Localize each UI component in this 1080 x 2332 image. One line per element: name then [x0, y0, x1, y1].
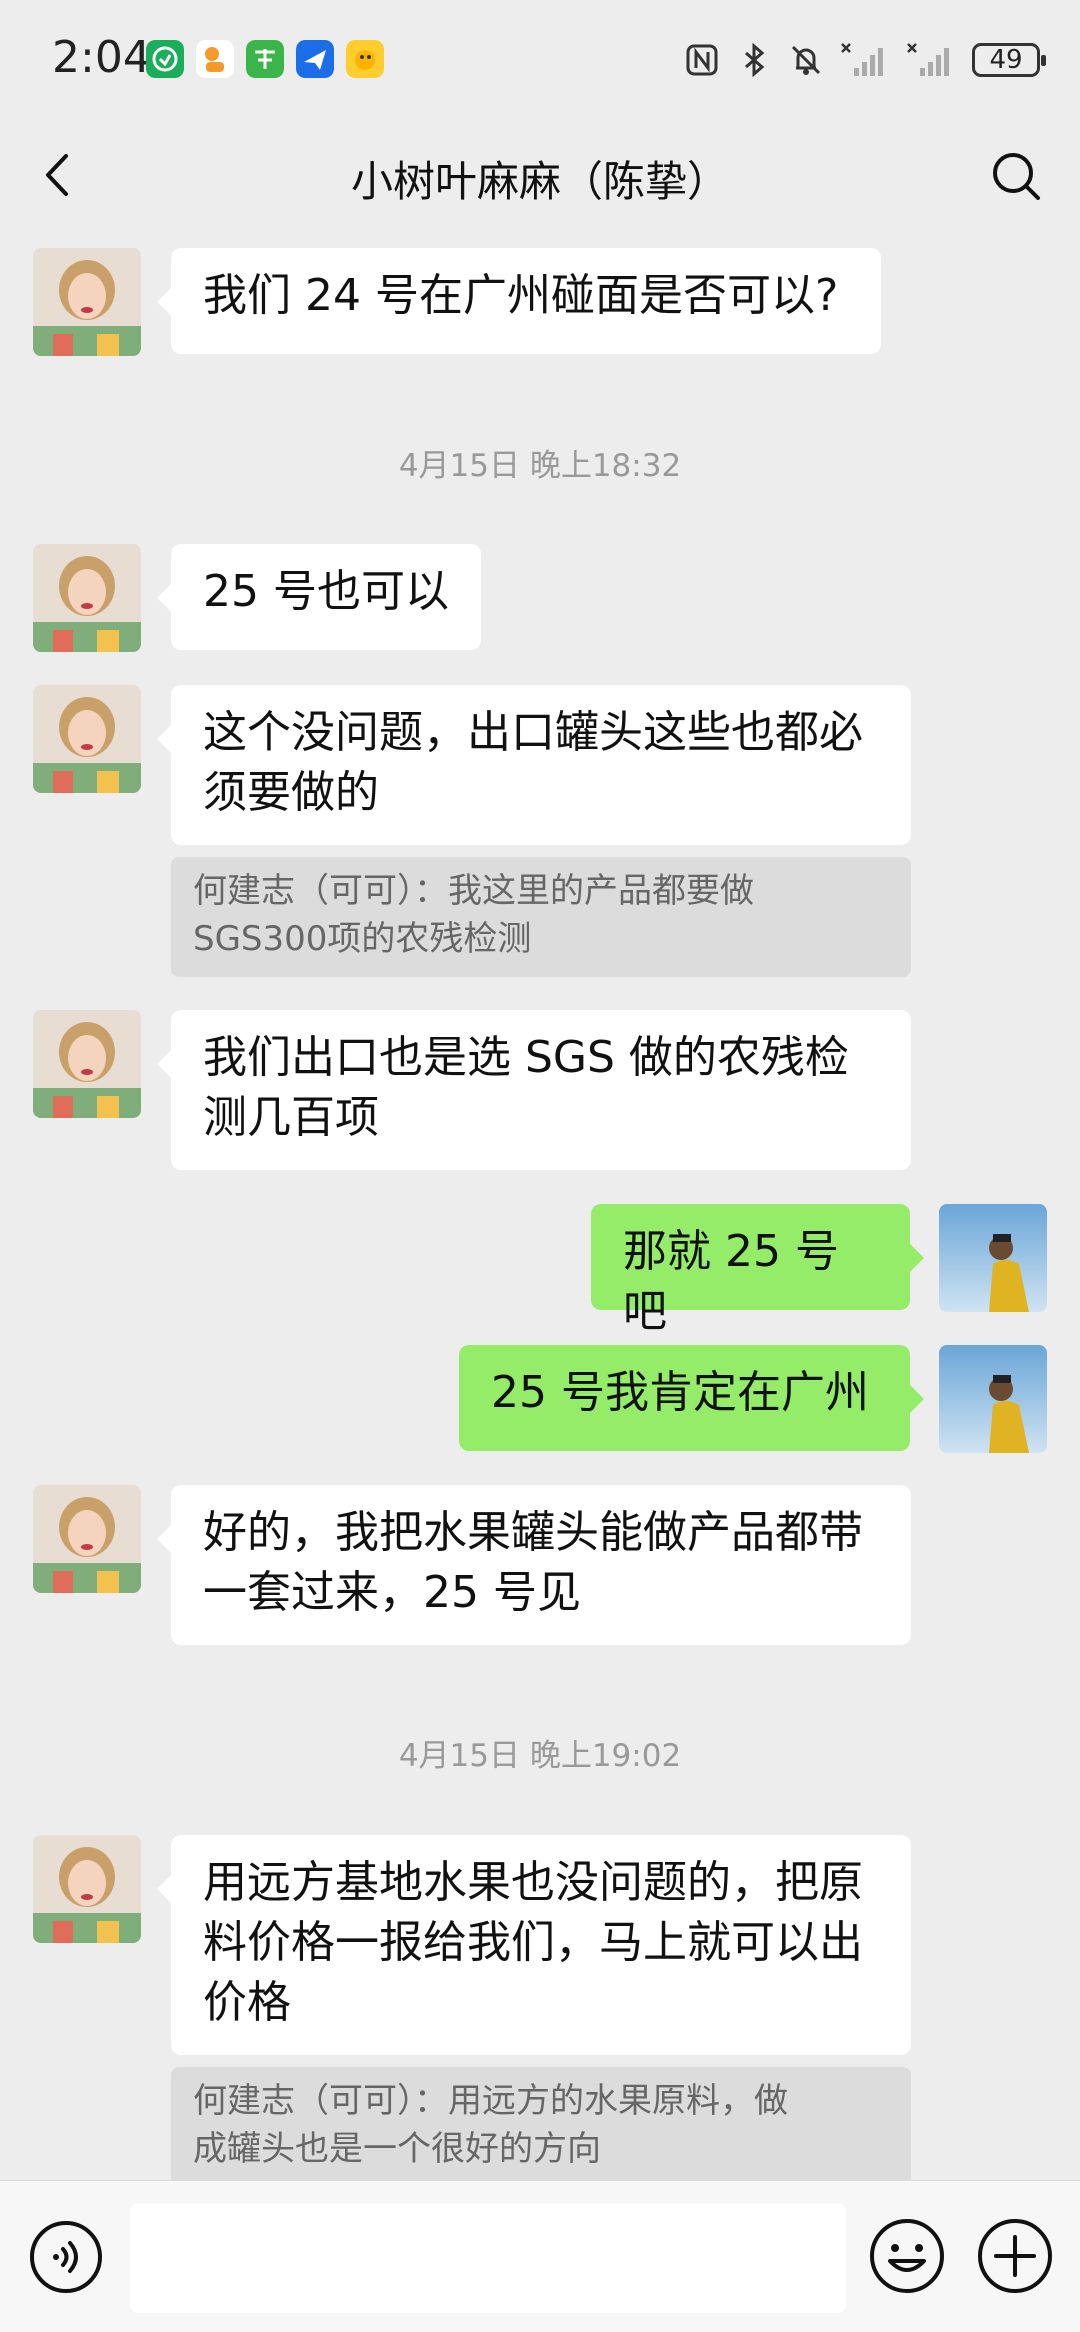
- mute-icon: [791, 45, 821, 75]
- message-bubble[interactable]: 我们出口也是选 SGS 做的农残检 测几百项: [157, 1010, 911, 1170]
- signal-icon: [841, 43, 883, 76]
- contact-avatar[interactable]: [33, 1010, 141, 1118]
- message-text: 我们出口也是选 SGS 做的农残检: [203, 1032, 849, 1083]
- message-list: 我们 24 号在广州碰面是否可以? 4月15日 晚上18:32 25 号也可以: [0, 230, 1080, 2180]
- message-text: 一套过来，25 号见: [203, 1567, 581, 1618]
- message-input[interactable]: [130, 2203, 846, 2313]
- contact-avatar-image: [33, 1835, 141, 1943]
- message-text: 用远方基地水果也没问题的，把原: [203, 1857, 863, 1908]
- message-bubble[interactable]: 25 号我肯定在广州: [459, 1345, 924, 1451]
- contact-avatar-image: [33, 544, 141, 652]
- message-bubble[interactable]: 用远方基地水果也没问题的，把原 料价格一报给我们，马上就可以出 价格: [157, 1835, 911, 2055]
- contact-avatar[interactable]: [33, 248, 141, 356]
- message-text: 那就 25 号吧: [623, 1226, 839, 1337]
- contact-avatar[interactable]: [33, 685, 141, 793]
- message-bubble[interactable]: 好的，我把水果罐头能做产品都带 一套过来，25 号见: [157, 1485, 911, 1645]
- bluetooth-icon: [745, 42, 765, 78]
- quoted-reply[interactable]: 何建志（可可）：用远方的水果原料，做 成罐头也是一个很好的方向: [171, 2067, 911, 2180]
- chat-header: 小树叶麻麻（陈挚）: [0, 120, 1080, 230]
- timestamp: 4月15日 晚上18:32: [398, 448, 682, 484]
- message-text: 25 号也可以: [203, 566, 449, 617]
- message-bubble[interactable]: 25 号也可以: [157, 544, 481, 650]
- message-text: 我们 24 号在广州碰面是否可以?: [203, 270, 839, 321]
- user-avatar[interactable]: [939, 1204, 1047, 1312]
- message-text: 25 号我肯定在广州: [491, 1367, 869, 1418]
- message-bubble[interactable]: 这个没问题，出口罐头这些也都必 须要做的: [157, 685, 911, 845]
- kids-app-icon: [196, 40, 234, 78]
- contact-avatar[interactable]: [33, 1835, 141, 1943]
- plus-icon[interactable]: [976, 2217, 1054, 2295]
- status-bar: 2:04 49: [0, 0, 1080, 120]
- signal-icon: [907, 43, 949, 76]
- nfc-icon: [686, 44, 718, 76]
- quoted-text: 何建志（可可）：我这里的产品都要做: [193, 871, 754, 911]
- grid-app-icon: [246, 40, 284, 78]
- contact-avatar-image: [33, 1485, 141, 1593]
- quoted-reply[interactable]: 何建志（可可）：我这里的产品都要做 SGS300项的农残检测: [171, 857, 911, 977]
- message-text: 测几百项: [203, 1092, 379, 1143]
- phone-app-icon: [146, 40, 184, 78]
- message-text: 好的，我把水果罐头能做产品都带: [203, 1507, 863, 1558]
- quoted-text: 何建志（可可）：用远方的水果原料，做: [193, 2081, 788, 2121]
- input-bar: [0, 2180, 1080, 2332]
- timestamp: 4月15日 晚上19:02: [398, 1738, 682, 1774]
- plane-app-icon: [296, 40, 334, 78]
- message-text: 料价格一报给我们，马上就可以出: [203, 1917, 863, 1968]
- message-text: 须要做的: [203, 767, 379, 818]
- contact-avatar[interactable]: [33, 544, 141, 652]
- voice-icon[interactable]: [28, 2219, 104, 2295]
- message-bubble[interactable]: 那就 25 号吧: [591, 1204, 924, 1337]
- message-text: 这个没问题，出口罐头这些也都必: [203, 707, 863, 758]
- contact-avatar-image: [33, 1010, 141, 1118]
- chat-title: 小树叶麻麻（陈挚）: [350, 157, 729, 206]
- status-time: 2:04: [52, 32, 151, 83]
- duck-app-icon: [346, 40, 384, 78]
- quoted-text: SGS300项的农残检测: [193, 919, 532, 959]
- contact-avatar[interactable]: [33, 1485, 141, 1593]
- quoted-text: 成罐头也是一个很好的方向: [193, 2129, 601, 2169]
- user-avatar-image: [939, 1204, 1047, 1312]
- user-avatar-image: [939, 1345, 1047, 1453]
- contact-avatar-image: [33, 248, 141, 356]
- user-avatar[interactable]: [939, 1345, 1047, 1453]
- battery-indicator: 49: [972, 43, 1046, 77]
- emoji-icon[interactable]: [868, 2217, 946, 2295]
- search-icon[interactable]: [988, 148, 1044, 204]
- contact-avatar-image: [33, 685, 141, 793]
- message-bubble[interactable]: 我们 24 号在广州碰面是否可以?: [157, 248, 881, 354]
- message-text: 价格: [203, 1977, 291, 2028]
